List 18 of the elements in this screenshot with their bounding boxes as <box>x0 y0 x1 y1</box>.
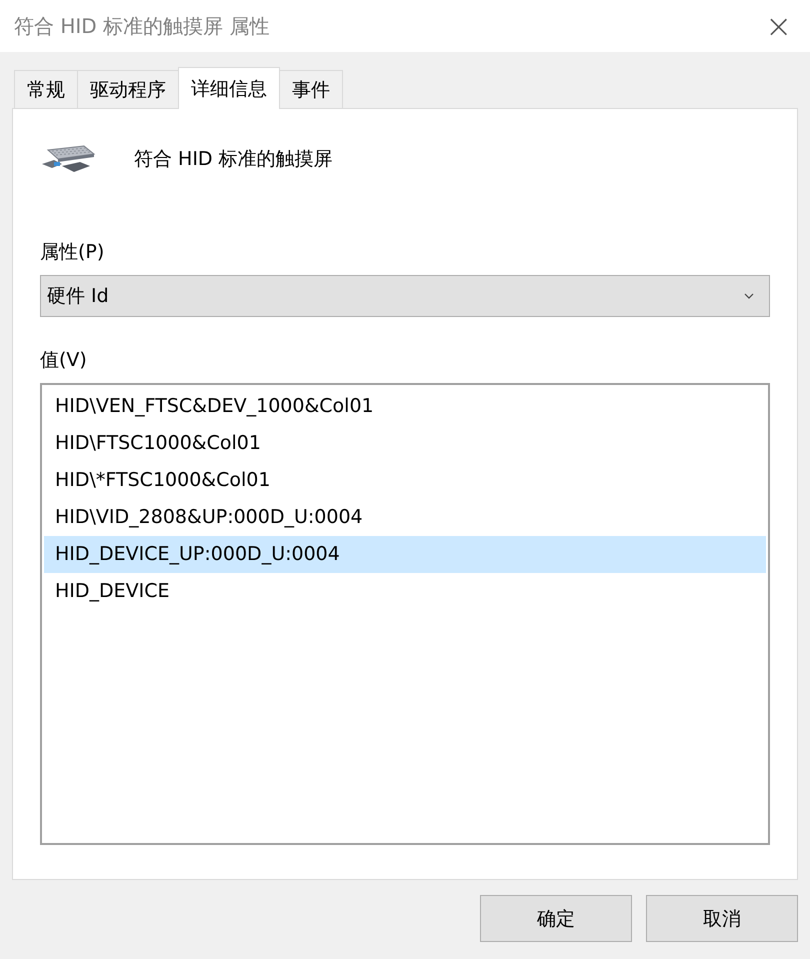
value-list-item[interactable]: HID\VEN_FTSC&DEV_1000&Col01 <box>44 388 766 425</box>
tab[interactable]: 详细信息 <box>178 67 280 109</box>
tab[interactable]: 常规 <box>14 70 78 108</box>
device-name: 符合 HID 标准的触摸屏 <box>134 147 333 172</box>
value-list-item[interactable]: HID\FTSC1000&Col01 <box>44 425 766 462</box>
tab[interactable]: 事件 <box>279 70 343 108</box>
chevron-down-icon <box>743 292 755 300</box>
close-button[interactable]: × <box>761 10 796 42</box>
dialog-button[interactable]: 确定 <box>480 895 632 942</box>
value-list-item[interactable]: HID\*FTSC1000&Col01 <box>44 462 766 499</box>
value-label: 值(V) <box>40 348 87 373</box>
window-title: 符合 HID 标准的触摸屏 属性 <box>14 12 270 40</box>
value-list-item[interactable]: HID_DEVICE_UP:000D_U:0004 <box>44 536 766 573</box>
value-list-item[interactable]: HID\VID_2808&UP:000D_U:0004 <box>44 499 766 536</box>
value-list-item[interactable]: HID_DEVICE <box>44 573 766 610</box>
dialog-button[interactable]: 取消 <box>646 895 798 942</box>
property-label: 属性(P) <box>40 240 104 265</box>
property-dropdown[interactable]: 硬件 Id <box>40 275 770 317</box>
